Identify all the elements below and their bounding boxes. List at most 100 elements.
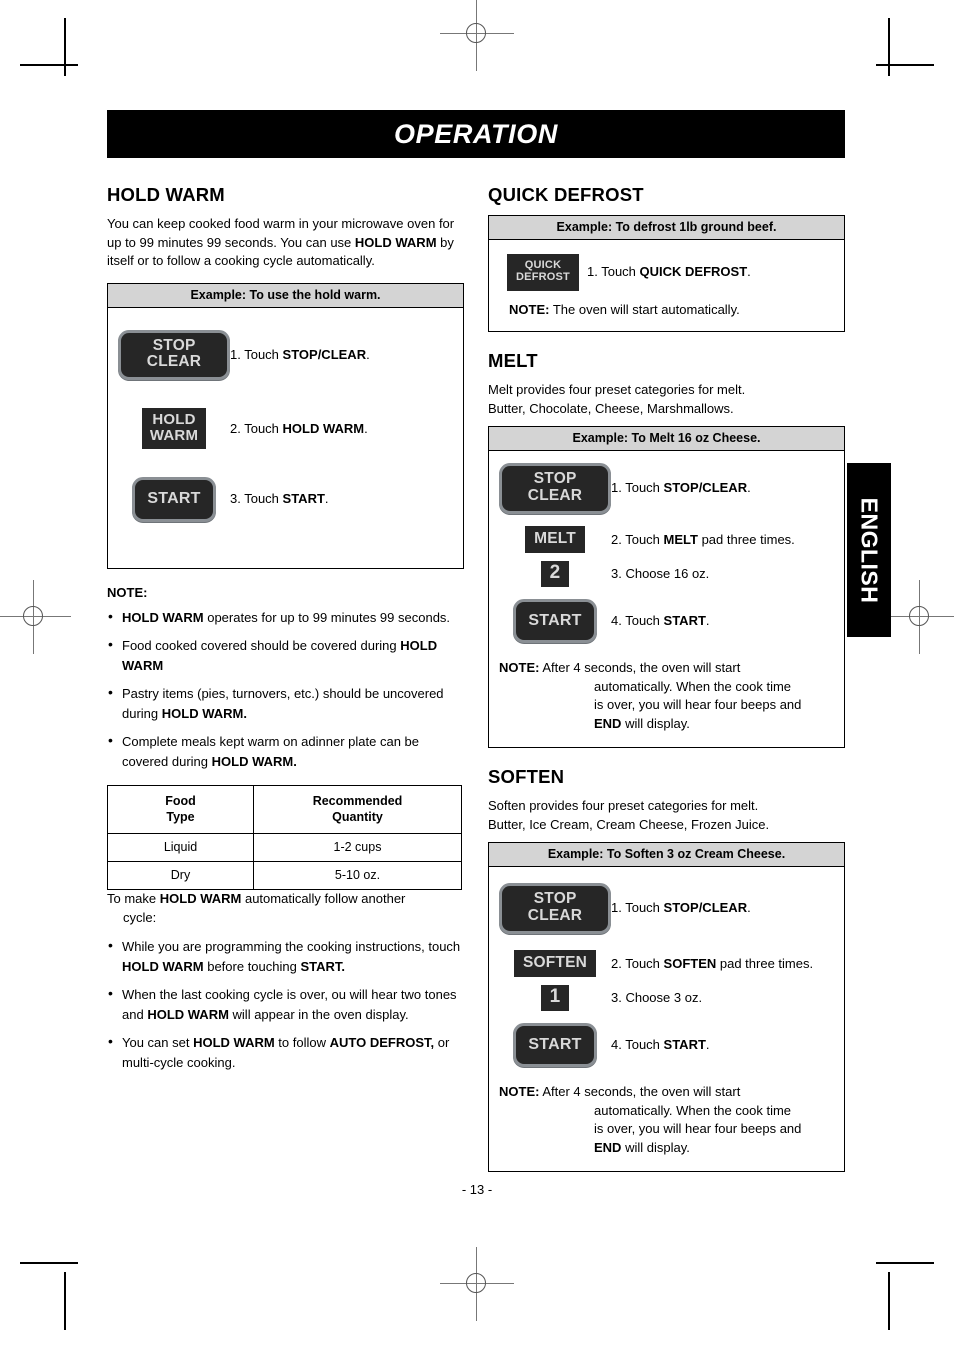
stop-clear-pad-line2: CLEAR xyxy=(527,486,583,504)
hold-warm-heading: HOLD WARM xyxy=(107,184,225,205)
melt-step-2-bold: MELT xyxy=(663,531,698,547)
two-column-layout: HOLD WARM You can keep cooked food warm … xyxy=(107,184,845,1173)
melt-intro-line2: Butter, Chocolate, Cheese, Marshmallows. xyxy=(488,400,734,416)
hold-warm-example-body: STOP CLEAR 1. Touch STOP/CLEAR. HOLD WAR… xyxy=(108,308,463,568)
hold-warm-step-3-pad-wrap: START xyxy=(118,477,230,522)
hold-warm-step-3: START 3. Touch START. xyxy=(118,477,453,522)
quick-defrost-heading: QUICK DEFROST xyxy=(488,184,644,205)
melt-step-1-bold: STOP/CLEAR xyxy=(663,480,748,496)
melt-example-box: Example: To Melt 16 oz Cheese. STOP CLEA… xyxy=(488,426,845,749)
melt-note-line4: END will display. xyxy=(537,715,830,734)
hold-warm-intro: You can keep cooked food warm in your mi… xyxy=(107,215,464,271)
banner-title: OPERATION xyxy=(394,118,558,149)
table-cell-food-type: Dry xyxy=(107,861,254,891)
melt-step-4: START 4. Touch START. xyxy=(499,598,834,644)
soften-step-2-bold: SOFTEN xyxy=(663,955,717,971)
number-pad-1[interactable]: 1 xyxy=(540,985,570,1011)
quick-defrost-note: NOTE: The oven will start automatically. xyxy=(499,301,834,320)
soften-step-4-tail: . xyxy=(705,1037,710,1053)
crop-mark-top-right-horizontal xyxy=(876,64,934,66)
note-2-text: Food cooked covered should be covered du… xyxy=(122,638,401,654)
hold-warm-step-3-number: 3. Touch xyxy=(230,491,283,507)
soften-step-1-pad-wrap: STOP CLEAR xyxy=(499,883,611,934)
crop-mark-bottom-left-horizontal xyxy=(20,1262,78,1264)
soften-note-line4-rest: will display. xyxy=(621,1139,690,1155)
stop-clear-pad-line1: STOP xyxy=(533,470,577,488)
crop-mark-top-right-vertical xyxy=(888,18,890,76)
table-cell-food-type: Liquid xyxy=(107,833,254,863)
list-item: You can set HOLD WARM to follow AUTO DEF… xyxy=(107,1032,464,1072)
stop-clear-pad[interactable]: STOP CLEAR xyxy=(499,463,611,514)
crop-mark-bottom-right-horizontal xyxy=(876,1262,934,1264)
soften-intro-line2: Butter, Ice Cream, Cream Cheese, Frozen … xyxy=(488,816,770,832)
hold-warm-example-box: Example: To use the hold warm. STOP CLEA… xyxy=(107,282,464,569)
english-language-tab: ENGLISH xyxy=(847,463,891,637)
table-header-recommended-quantity: Recommended Quantity xyxy=(253,785,462,835)
melt-step-3-pad-wrap: 2 xyxy=(499,561,611,587)
table-header-quantity-line2: Quantity xyxy=(332,810,383,825)
followup-1-b: HOLD WARM xyxy=(122,958,204,974)
hold-warm-step-3-text: 3. Touch START. xyxy=(230,490,329,508)
soften-step-2-text: 2. Touch SOFTEN pad three times. xyxy=(611,955,813,973)
hold-warm-step-2-pad-wrap: HOLD WARM xyxy=(118,407,230,450)
hold-warm-step-1-bold: STOP/CLEAR xyxy=(282,346,367,362)
melt-step-3-number: 3. Choose 16 oz. xyxy=(611,566,710,582)
start-pad[interactable]: START xyxy=(132,477,216,522)
quick-defrost-note-label: NOTE: xyxy=(509,301,550,317)
list-item: While you are programming the cooking in… xyxy=(107,936,464,976)
soften-note-line1: After 4 seconds, the oven will start xyxy=(539,1084,741,1100)
followup-1-c: before touching xyxy=(203,958,301,974)
hold-warm-step-2-bold: HOLD WARM xyxy=(282,420,365,436)
number-pad-2[interactable]: 2 xyxy=(540,561,570,587)
quick-defrost-step-number: 1. Touch xyxy=(587,264,640,280)
melt-step-1-pad-wrap: STOP CLEAR xyxy=(499,463,611,514)
hold-warm-step-1-text: 1. Touch STOP/CLEAR. xyxy=(230,346,370,364)
hold-warm-step-1-pad-wrap: STOP CLEAR xyxy=(118,329,230,380)
food-type-table: Food Type Recommended Quantity Liquid 1-… xyxy=(107,785,462,891)
soften-intro-line1: Soften provides four preset categories f… xyxy=(488,798,759,814)
english-language-tab-label: ENGLISH xyxy=(856,497,883,603)
crop-mark-top-left-vertical xyxy=(64,18,66,76)
start-pad[interactable]: START xyxy=(513,1022,597,1068)
soften-heading: SOFTEN xyxy=(488,766,565,788)
melt-step-2-text: 2. Touch MELT pad three times. xyxy=(611,531,795,549)
registration-mark-right xyxy=(883,580,954,654)
melt-note-line3: is over, you will hear four beeps and xyxy=(594,697,802,713)
soften-step-4-number: 4. Touch xyxy=(611,1037,664,1053)
soften-pad-label: SOFTEN xyxy=(522,953,588,971)
left-column: HOLD WARM You can keep cooked food warm … xyxy=(107,184,464,1172)
soften-step-4-bold: START xyxy=(663,1037,706,1053)
melt-step-3-text: 3. Choose 16 oz. xyxy=(611,565,709,583)
followup-1-d: START. xyxy=(300,958,346,974)
hold-warm-pad[interactable]: HOLD WARM xyxy=(141,407,207,450)
quick-defrost-note-text: The oven will start automatically. xyxy=(549,301,740,317)
hold-warm-step-2: HOLD WARM 2. Touch HOLD WARM. xyxy=(118,407,453,450)
melt-step-1-number: 1. Touch xyxy=(611,480,664,496)
hold-warm-note-list: HOLD WARM operates for up to 99 minutes … xyxy=(107,607,464,772)
start-pad[interactable]: START xyxy=(513,598,597,644)
soften-step-2-pad-wrap: SOFTEN xyxy=(499,949,611,978)
soften-pad[interactable]: SOFTEN xyxy=(513,949,597,978)
quick-defrost-step-1: QUICK DEFROST 1. Touch QUICK DEFROST. xyxy=(499,254,834,291)
soften-step-3: 1 3. Choose 3 oz. xyxy=(499,985,834,1011)
stop-clear-pad[interactable]: STOP CLEAR xyxy=(118,329,230,380)
table-header-quantity-line1: Recommended xyxy=(312,794,403,809)
followup-intro-c: cycle: xyxy=(123,909,157,925)
crop-mark-bottom-right-vertical xyxy=(888,1272,890,1330)
followup-intro: To make HOLD WARM automatically follow a… xyxy=(107,890,464,927)
hold-warm-intro-bold: HOLD WARM xyxy=(354,234,437,250)
page-banner: OPERATION xyxy=(107,110,845,158)
stop-clear-pad[interactable]: STOP CLEAR xyxy=(499,883,611,934)
melt-step-1: STOP CLEAR 1. Touch STOP/CLEAR. xyxy=(499,463,834,514)
soften-step-1-text: 1. Touch STOP/CLEAR. xyxy=(611,899,751,917)
soften-step-4-pad-wrap: START xyxy=(499,1022,611,1068)
crop-mark-top-left-horizontal xyxy=(20,64,78,66)
table-cell-quantity: 1-2 cups xyxy=(253,833,462,863)
hold-warm-step-2-tail: . xyxy=(364,420,368,436)
soften-step-1-number: 1. Touch xyxy=(611,900,664,916)
melt-step-4-number: 4. Touch xyxy=(611,613,664,629)
quick-defrost-pad[interactable]: QUICK DEFROST xyxy=(507,254,579,291)
followup-3-a: You can set xyxy=(122,1035,194,1051)
melt-pad[interactable]: MELT xyxy=(525,525,585,554)
followup-1-a: While you are programming the cooking in… xyxy=(122,939,461,955)
